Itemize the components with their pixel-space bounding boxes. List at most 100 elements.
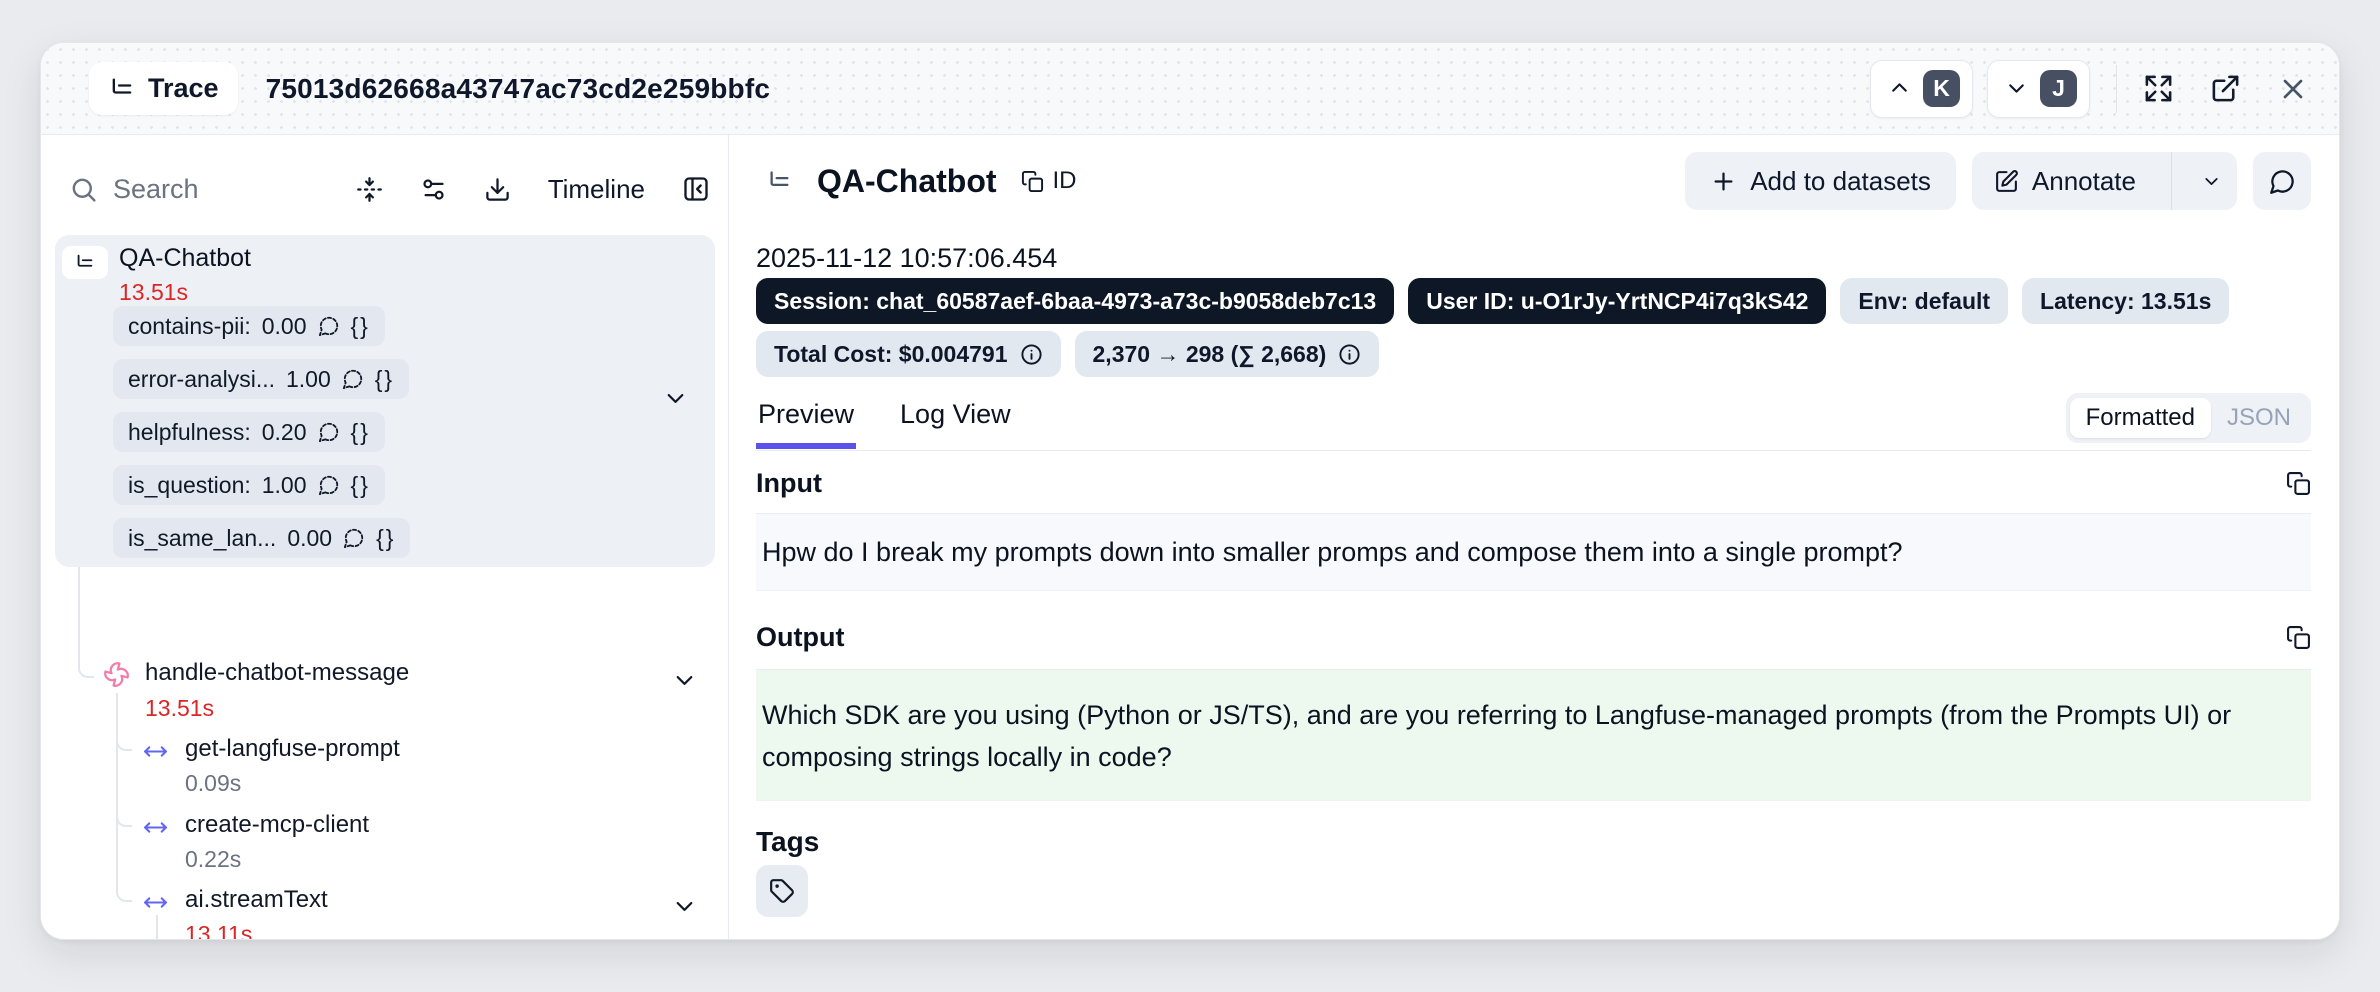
score-value: 0.20 [262, 419, 307, 446]
score-value: 0.00 [287, 525, 332, 552]
score-badge[interactable]: contains-pii: 0.00 {} [113, 306, 385, 346]
score-braces: {} [351, 472, 370, 499]
annotate-split-button: Annotate [1972, 152, 2237, 210]
input-text: Hpw do I break my prompts down into smal… [756, 531, 1909, 573]
trace-type-pill: Trace [89, 62, 238, 115]
arrows-horizontal-icon [143, 739, 168, 764]
output-heading: Output [756, 622, 844, 653]
info-icon[interactable] [1338, 343, 1361, 366]
annotate-button[interactable]: Annotate [1972, 152, 2158, 210]
token-usage-badge: 2,370 → 298 (∑ 2,668) [1075, 331, 1380, 377]
trace-tree-panel: Search Timeline QA-Chatbot [41, 135, 729, 939]
list-tree-icon [74, 252, 96, 274]
info-icon[interactable] [1020, 343, 1043, 366]
collapse-panel-button[interactable] [682, 175, 710, 203]
session-badge[interactable]: Session: chat_60587aef-6baa-4973-a73c-b9… [756, 278, 1394, 324]
tree-node-span[interactable]: create-mcp-client [185, 811, 369, 839]
timeline-toggle[interactable]: Timeline [548, 174, 645, 205]
page-title: QA-Chatbot [817, 163, 997, 200]
next-trace-button[interactable]: J [1987, 60, 2090, 118]
trace-node-chip [62, 246, 108, 279]
message-bubble-icon [318, 474, 340, 496]
copy-icon[interactable] [2286, 471, 2311, 496]
score-braces: {} [375, 366, 394, 393]
score-badge[interactable]: error-analysi... 1.00 {} [113, 359, 409, 399]
token-usage-text: 2,370 → 298 (∑ 2,668) [1093, 341, 1327, 368]
list-tree-icon [766, 168, 793, 195]
shortcut-key-k: K [1923, 70, 1960, 107]
trace-detail-window: Trace 75013d62668a43747ac73cd2e259bbfc K… [40, 42, 2340, 940]
output-content: Which SDK are you using (Python or JS/TS… [756, 669, 2311, 801]
id-label: ID [1053, 167, 1077, 195]
span-tree: QA-Chatbot 13.51s contains-pii: 0.00 {} … [41, 221, 728, 939]
message-bubble-icon [318, 421, 340, 443]
score-badge[interactable]: is_same_lan... 0.00 {} [113, 518, 410, 558]
tree-node-span[interactable]: ai.streamText [185, 886, 328, 914]
chevron-down-icon [2004, 76, 2029, 101]
user-id-badge[interactable]: User ID: u-O1rJy-YrtNCP4i7q3kS42 [1408, 278, 1826, 324]
span-duration: 13.51s [145, 695, 214, 722]
tree-node-span[interactable]: handle-chatbot-message [145, 659, 409, 687]
arrows-horizontal-icon [143, 815, 168, 840]
plus-icon [1710, 168, 1737, 195]
span-duration: 0.09s [185, 770, 241, 797]
tags-heading: Tags [756, 826, 819, 858]
score-braces: {} [351, 313, 370, 340]
score-braces: {} [351, 419, 370, 446]
download-icon [484, 176, 511, 203]
button-divider [2171, 152, 2172, 210]
add-to-datasets-label: Add to datasets [1750, 166, 1931, 197]
view-tabs: Preview Log View Formatted JSON [756, 393, 2311, 451]
download-button[interactable] [484, 176, 511, 203]
annotate-dropdown-button[interactable] [2185, 152, 2237, 210]
chevron-down-icon[interactable] [671, 893, 698, 920]
score-badge[interactable]: is_question: 1.00 {} [113, 465, 385, 505]
search-input[interactable]: Search [69, 174, 356, 205]
trace-id: 75013d62668a43747ac73cd2e259bbfc [266, 73, 771, 105]
chevron-up-icon [1887, 76, 1912, 101]
arrows-horizontal-icon [143, 890, 168, 915]
tab-log-view[interactable]: Log View [898, 393, 1013, 443]
format-option-formatted[interactable]: Formatted [2070, 398, 2211, 438]
format-option-json[interactable]: JSON [2211, 398, 2307, 438]
shortcut-key-j: J [2040, 70, 2077, 107]
titlebar: Trace 75013d62668a43747ac73cd2e259bbfc K… [41, 43, 2339, 135]
message-bubble-icon [343, 527, 365, 549]
format-toggle: Formatted JSON [2066, 393, 2311, 443]
total-cost-text: Total Cost: $0.004791 [774, 341, 1008, 368]
score-label: is_question: [128, 472, 251, 499]
tag-icon [769, 878, 795, 904]
add-to-datasets-button[interactable]: Add to datasets [1685, 152, 1956, 210]
chevron-down-icon[interactable] [671, 667, 698, 694]
latency-badge: Latency: 13.51s [2022, 278, 2229, 324]
add-tag-button[interactable] [756, 865, 808, 917]
prev-trace-button[interactable]: K [1870, 60, 1973, 118]
annotate-label: Annotate [2032, 166, 2136, 197]
sliders-icon [420, 176, 447, 203]
score-badge[interactable]: helpfulness: 0.20 {} [113, 412, 385, 452]
tree-node-span[interactable]: get-langfuse-prompt [185, 735, 400, 763]
comments-button[interactable] [2253, 152, 2311, 210]
chevron-down-icon[interactable] [662, 385, 689, 412]
copy-id-button[interactable]: ID [1021, 167, 1077, 195]
span-duration: 13.11s [185, 921, 252, 940]
open-external-button[interactable] [2210, 73, 2241, 104]
fan-icon [103, 661, 130, 688]
trace-timestamp: 2025-11-12 10:57:06.454 [756, 243, 1057, 274]
close-button[interactable] [2277, 73, 2309, 105]
tree-settings-button[interactable] [420, 176, 447, 203]
chevron-down-icon [2201, 171, 2222, 192]
expand-icon [2143, 73, 2174, 104]
score-value: 1.00 [262, 472, 307, 499]
tree-node-root[interactable]: QA-Chatbot 13.51s contains-pii: 0.00 {} … [55, 235, 715, 567]
expand-button[interactable] [2143, 73, 2174, 104]
score-braces: {} [376, 525, 395, 552]
tab-preview[interactable]: Preview [756, 393, 856, 449]
trace-detail-panel: QA-Chatbot ID Add to datasets Annotate [730, 135, 2339, 939]
close-icon [2277, 73, 2309, 105]
collapse-all-button[interactable] [356, 176, 383, 203]
score-value: 1.00 [286, 366, 331, 393]
copy-icon[interactable] [2286, 625, 2311, 650]
search-icon [69, 175, 98, 204]
score-label: error-analysi... [128, 366, 275, 393]
